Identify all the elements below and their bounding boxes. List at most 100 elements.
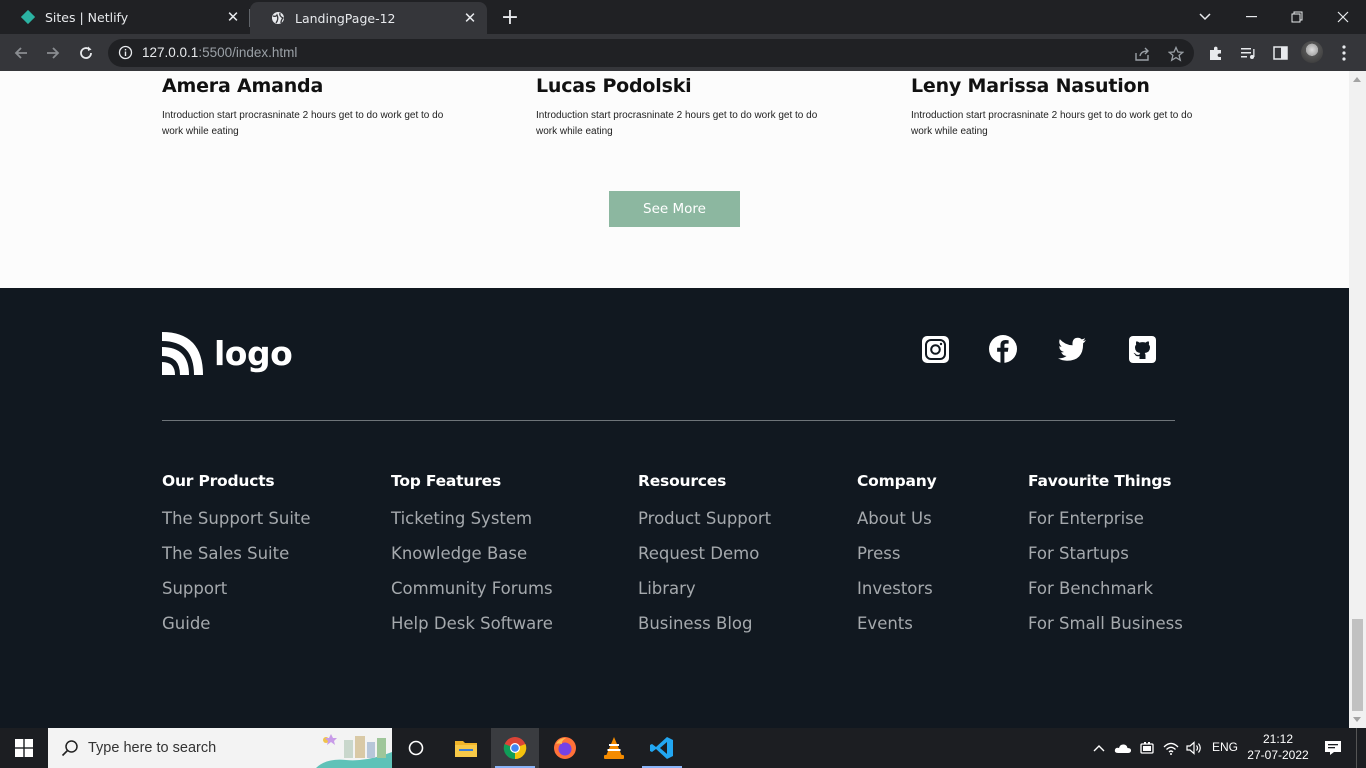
extensions-puzzle-icon[interactable]: [1205, 42, 1227, 64]
footer-link[interactable]: Guide: [162, 614, 311, 633]
tab-search-icon[interactable]: [1182, 0, 1228, 34]
search-icon: [61, 739, 79, 761]
logo-text: logo: [214, 334, 293, 373]
task-view-icon[interactable]: [392, 728, 440, 768]
windows-start-button[interactable]: [0, 728, 48, 768]
page-scrollbar[interactable]: [1349, 71, 1366, 728]
search-highlight-illustration-icon: [316, 734, 392, 768]
team-member-description: Introduction start procrasninate 2 hours…: [536, 110, 818, 137]
scroll-down-arrow-icon[interactable]: [1353, 717, 1361, 722]
search-placeholder: Type here to search: [88, 740, 217, 756]
team-member-card: Leny Marissa Nasution Introduction start…: [911, 75, 1211, 140]
share-icon[interactable]: [1133, 45, 1153, 63]
footer-column-favourite-things: Favourite Things For Enterprise For Star…: [1028, 472, 1183, 633]
vscode-icon[interactable]: [638, 728, 686, 768]
footer-link[interactable]: Request Demo: [638, 544, 771, 563]
twitter-icon[interactable]: [1058, 335, 1086, 363]
team-member-name: Amera Amanda: [162, 75, 324, 97]
site-info-icon[interactable]: [118, 45, 133, 64]
footer-link[interactable]: Help Desk Software: [391, 614, 553, 633]
scroll-up-arrow-icon[interactable]: [1353, 77, 1361, 82]
footer-column-heading: Top Features: [391, 472, 502, 490]
bookmark-star-icon[interactable]: [1166, 45, 1186, 63]
tab-title: Sites | Netlify: [45, 9, 129, 25]
team-member-card: Amera Amanda Introduction start procrasn…: [162, 75, 462, 140]
footer-link[interactable]: The Support Suite: [162, 509, 311, 528]
side-panel-icon[interactable]: [1269, 42, 1291, 64]
footer-divider: [162, 420, 1175, 421]
site-footer: logo Our Products The Support Suite The …: [0, 288, 1349, 728]
vlc-icon[interactable]: [590, 728, 638, 768]
notification-center-icon[interactable]: [1318, 728, 1348, 768]
footer-link[interactable]: Events: [857, 614, 936, 633]
github-icon[interactable]: [1128, 335, 1156, 363]
restore-button[interactable]: [1274, 0, 1320, 34]
tab-title: LandingPage-12: [295, 10, 396, 26]
team-member-description: Introduction start procrasninate 2 hours…: [911, 110, 1193, 137]
netlify-icon: [20, 9, 36, 25]
footer-link[interactable]: Ticketing System: [391, 509, 553, 528]
team-member-description: Introduction start procrasninate 2 hours…: [162, 110, 444, 137]
new-tab-button[interactable]: +: [498, 5, 522, 30]
footer-link[interactable]: For Enterprise: [1028, 509, 1183, 528]
footer-link[interactable]: Knowledge Base: [391, 544, 553, 563]
show-desktop-button[interactable]: [1356, 728, 1366, 768]
team-member-name: Lucas Podolski: [536, 75, 692, 97]
reload-button[interactable]: [73, 40, 99, 66]
onedrive-cloud-icon[interactable]: [1112, 728, 1134, 768]
close-tab-icon[interactable]: ✕: [461, 9, 479, 27]
footer-link[interactable]: Library: [638, 579, 771, 598]
show-hidden-icons-chevron-icon[interactable]: [1089, 728, 1109, 768]
footer-link[interactable]: Business Blog: [638, 614, 771, 633]
footer-link[interactable]: Support: [162, 579, 311, 598]
more-menu-icon[interactable]: [1333, 42, 1355, 64]
firefox-icon[interactable]: [541, 728, 589, 768]
footer-link[interactable]: Press: [857, 544, 936, 563]
windows-taskbar: Type here to search ENG 21:12 27-07-2022: [0, 728, 1366, 768]
chrome-taskbar-icon[interactable]: [491, 728, 539, 768]
battery-icon[interactable]: [1136, 728, 1158, 768]
footer-column-heading: Our Products: [162, 472, 275, 490]
profile-avatar[interactable]: [1301, 41, 1323, 63]
clock-time: 21:12: [1262, 732, 1294, 746]
wifi-icon[interactable]: [1160, 728, 1182, 768]
minimize-button[interactable]: [1228, 0, 1274, 34]
team-member-name: Leny Marissa Nasution: [911, 75, 1150, 97]
volume-icon[interactable]: [1184, 728, 1206, 768]
footer-link[interactable]: For Benchmark: [1028, 579, 1183, 598]
tab-landingpage[interactable]: LandingPage-12 ✕: [250, 2, 487, 34]
url-text: 127.0.0.1:5500/index.html: [142, 45, 298, 60]
file-explorer-icon[interactable]: [442, 728, 490, 768]
footer-column-company: Company About Us Press Investors Events: [857, 472, 937, 633]
see-more-button[interactable]: See More: [609, 191, 740, 227]
input-language-indicator[interactable]: ENG: [1212, 740, 1238, 754]
clock-date: 27-07-2022: [1247, 748, 1309, 762]
footer-column-heading: Resources: [638, 472, 727, 490]
close-window-button[interactable]: [1320, 0, 1366, 34]
back-button[interactable]: [8, 40, 34, 66]
tab-netlify[interactable]: Sites | Netlify ✕: [0, 0, 250, 34]
footer-logo[interactable]: logo: [162, 332, 293, 375]
media-control-icon[interactable]: [1237, 42, 1259, 64]
footer-link[interactable]: Community Forums: [391, 579, 553, 598]
scrollbar-thumb[interactable]: [1352, 619, 1363, 711]
taskbar-clock[interactable]: 21:12 27-07-2022: [1244, 731, 1312, 763]
close-tab-icon[interactable]: ✕: [224, 8, 242, 26]
footer-link[interactable]: The Sales Suite: [162, 544, 311, 563]
footer-link[interactable]: For Small Business: [1028, 614, 1183, 633]
footer-link[interactable]: About Us: [857, 509, 936, 528]
forward-button[interactable]: [40, 40, 66, 66]
footer-column-our-products: Our Products The Support Suite The Sales…: [162, 472, 311, 633]
page-viewport: Amera Amanda Introduction start procrasn…: [0, 71, 1349, 728]
footer-column-resources: Resources Product Support Request Demo L…: [638, 472, 771, 633]
address-bar[interactable]: 127.0.0.1:5500/index.html: [108, 39, 1194, 67]
instagram-icon[interactable]: [921, 335, 949, 363]
footer-link[interactable]: Investors: [857, 579, 936, 598]
footer-column-heading: Favourite Things: [1028, 472, 1172, 490]
footer-column-heading: Company: [857, 472, 937, 490]
footer-link[interactable]: Product Support: [638, 509, 771, 528]
taskbar-search-box[interactable]: Type here to search: [48, 728, 392, 768]
globe-icon: [270, 10, 286, 26]
facebook-icon[interactable]: [989, 335, 1017, 363]
footer-link[interactable]: For Startups: [1028, 544, 1183, 563]
